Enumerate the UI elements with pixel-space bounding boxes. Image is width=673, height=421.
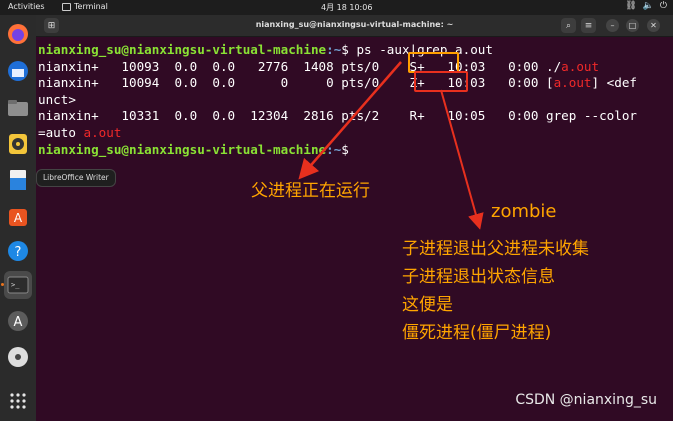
arrow-to-zombie-label <box>440 89 484 230</box>
arrow-to-parent-label <box>298 61 402 180</box>
annotation-arrows <box>298 61 484 230</box>
annotation-explain-2: 子进程退出状态信息 <box>402 267 555 287</box>
annotation-explain-4: 僵死进程(僵尸进程) <box>402 323 552 343</box>
watermark: CSDN @nianxing_su <box>515 392 657 408</box>
annotation-zombie: zombie <box>491 201 557 222</box>
annotation-explain-1: 子进程退出父进程未收集 <box>402 239 589 259</box>
annotation-explain-3: 这便是 <box>402 295 453 315</box>
annotation-parent-running: 父进程正在运行 <box>251 181 370 201</box>
